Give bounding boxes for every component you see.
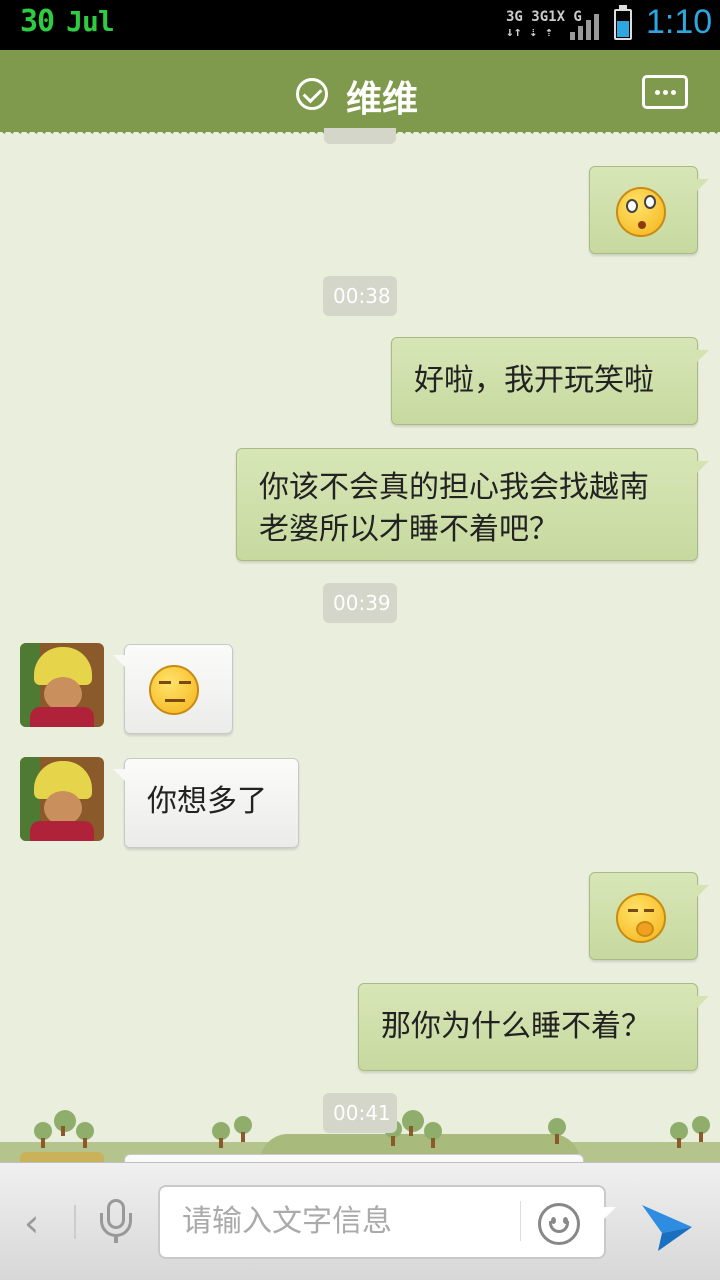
smug-emoji-icon <box>149 665 199 715</box>
time-chip: 00:39 <box>323 583 397 623</box>
battery-icon <box>614 5 632 40</box>
dizzy-emoji-icon <box>616 187 666 237</box>
message-bubble-incoming[interactable] <box>124 1154 584 1162</box>
divider <box>520 1201 521 1241</box>
contact-avatar[interactable] <box>20 643 104 727</box>
signal-bars-icon <box>570 14 600 40</box>
contact-avatar[interactable] <box>20 1152 104 1162</box>
message-bubble-outgoing[interactable] <box>589 872 709 960</box>
message-bubble-outgoing[interactable]: 好啦，我开玩笑啦 <box>391 337 709 425</box>
emoji-picker-icon[interactable] <box>538 1203 580 1245</box>
contact-avatar[interactable] <box>20 757 104 841</box>
contact-name[interactable]: 维维 <box>346 70 418 122</box>
message-bubble-outgoing[interactable] <box>589 166 709 254</box>
time-chip: 00:38 <box>323 276 397 316</box>
message-bubble-outgoing[interactable]: 你该不会真的担心我会找越南老婆所以才睡不着吧？ <box>236 448 709 561</box>
status-time: 1:10 <box>646 3 713 41</box>
message-bubble-incoming[interactable]: 你想多了 <box>113 758 299 848</box>
verified-check-icon <box>296 78 328 110</box>
snicker-emoji-icon <box>616 893 666 943</box>
time-chip: 00:41 <box>323 1093 397 1133</box>
chevron-left-icon[interactable]: ‹ <box>24 1201 39 1245</box>
message-bubble-outgoing[interactable]: 那你为什么睡不着？ <box>358 983 709 1071</box>
divider <box>74 1205 76 1239</box>
message-bubble-incoming[interactable] <box>113 644 233 734</box>
send-icon[interactable] <box>640 1203 694 1253</box>
status-date: 30 Jul <box>20 4 115 39</box>
input-bar: ‹ 请输入文字信息 <box>0 1162 720 1280</box>
status-day: 30 <box>20 4 55 39</box>
time-chip <box>324 128 396 144</box>
status-month: Jul <box>66 5 115 38</box>
microphone-icon[interactable] <box>98 1199 134 1245</box>
status-bar: 30 Jul 3G 3G1X G ↓↑ ⇣ ⇡ 1:10 <box>0 0 720 50</box>
more-options-icon[interactable] <box>642 75 688 109</box>
